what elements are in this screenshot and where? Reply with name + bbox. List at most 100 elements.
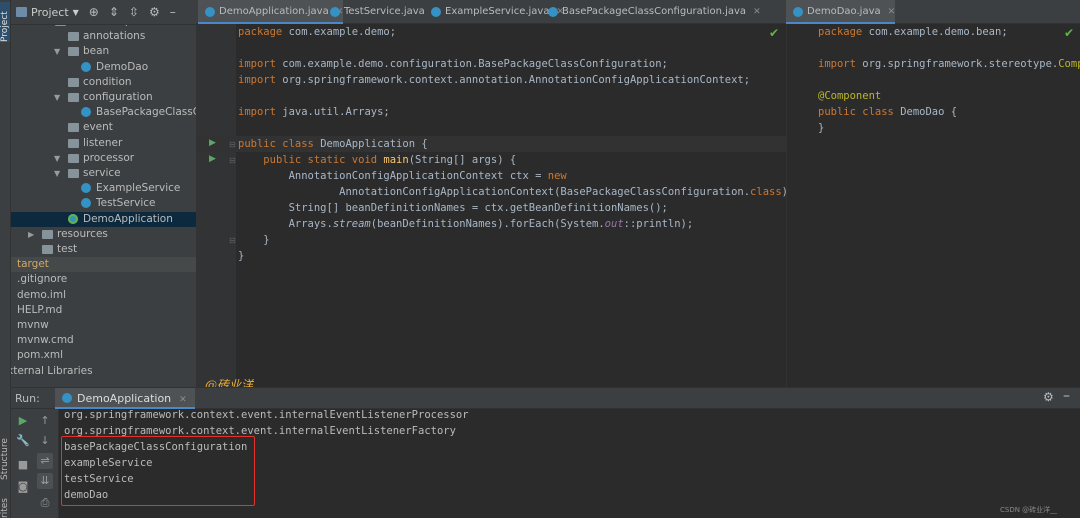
code-line: @Component: [818, 90, 882, 102]
run-panel-header: Run: DemoApplication ✕ ⚙ –: [11, 388, 1080, 409]
project-tree-item[interactable]: ExampleService: [11, 181, 196, 196]
code-line: }: [818, 122, 825, 134]
project-tree-item-label: mvnw: [17, 319, 49, 331]
project-icon: [16, 7, 27, 17]
project-tree-item[interactable]: event: [11, 120, 196, 135]
project-tree-item[interactable]: HELP.md: [11, 303, 196, 318]
current-line-highlight: [787, 136, 1080, 152]
project-tree-item[interactable]: pom.xml: [11, 348, 196, 363]
fold-icon[interactable]: ⊟: [229, 156, 236, 165]
project-tree-item[interactable]: mvnw: [11, 318, 196, 333]
chevron-down-icon[interactable]: ▼: [54, 166, 60, 181]
fold-icon[interactable]: ⊟: [229, 236, 236, 245]
editor-tab-bar: DemoApplication.java✕ TestService.java✕ …: [196, 0, 1080, 24]
locate-icon[interactable]: ⊕: [89, 0, 99, 25]
project-tree-item[interactable]: DemoDao: [11, 60, 196, 75]
chevron-right-icon[interactable]: ▶: [28, 227, 34, 242]
close-icon[interactable]: ✕: [753, 7, 761, 17]
project-tree-item-label: event: [83, 121, 113, 134]
project-tree-item[interactable]: ▶ resources: [11, 227, 196, 242]
print-icon[interactable]: ⎙: [37, 495, 53, 511]
collapse-all-icon[interactable]: ⇳: [129, 0, 139, 25]
project-tree-item[interactable]: ▼ service: [11, 166, 196, 181]
project-tree-item-label: BasePackageClassConf: [96, 106, 196, 119]
tab-label: DemoApplication.java: [219, 6, 329, 17]
project-tree-item-label: DemoDao: [96, 60, 149, 73]
editor-demo-application[interactable]: ▶ ▶ ⊟ ⊟ ⊟ ✔ package com.example.demo; imp…: [196, 24, 794, 387]
folder-icon: [68, 47, 79, 57]
run-main-icon[interactable]: ▶: [209, 154, 216, 164]
gear-icon[interactable]: ⚙: [1043, 390, 1054, 404]
tab-label: DemoDao.java: [807, 6, 881, 17]
inspection-ok-icon[interactable]: ✔: [769, 26, 779, 40]
minimize-icon[interactable]: –: [170, 0, 176, 25]
tab-base-package-class-configuration[interactable]: BasePackageClassConfiguration.java ✕: [541, 0, 761, 24]
soft-wrap-icon[interactable]: ⇌: [37, 453, 53, 469]
favorites-tool-window-button[interactable]: rites: [0, 490, 10, 518]
inspection-ok-icon[interactable]: ✔: [1064, 26, 1074, 40]
project-tree-item[interactable]: ▼ processor: [11, 151, 196, 166]
folder-icon: [68, 153, 79, 163]
project-tree-item-label: TestService: [96, 197, 156, 210]
run-tab-demo-application[interactable]: DemoApplication ✕: [55, 388, 195, 409]
chevron-down-icon[interactable]: ▼: [73, 8, 79, 17]
gear-icon[interactable]: ⚙: [149, 0, 160, 25]
console-line: org.springframework.context.event.intern…: [64, 409, 469, 421]
project-tree-item[interactable]: DemoApplication: [11, 211, 196, 227]
code-line: import com.example.demo.configuration.Ba…: [238, 58, 668, 70]
project-tree-item[interactable]: annotations: [11, 29, 196, 44]
project-tree-item-label: listener: [83, 136, 123, 149]
camera-icon[interactable]: ◙: [15, 479, 31, 495]
tab-test-service[interactable]: TestService.java✕: [323, 0, 439, 24]
project-panel-header: Project ▼ ⊕ ⇕ ⇳ ⚙ –: [11, 0, 196, 25]
editor-demo-dao[interactable]: package com.example.demo.bean; import org…: [786, 24, 1080, 387]
code-line: public class DemoDao {: [818, 106, 958, 118]
project-tree-item-label: mvnw.cmd: [17, 334, 74, 347]
project-tree-item-label: processor: [83, 151, 135, 164]
project-tree-item[interactable]: TestService: [11, 196, 196, 211]
close-icon[interactable]: ✕: [179, 395, 187, 405]
rerun-icon[interactable]: ▶: [15, 413, 31, 429]
project-tree-item[interactable]: condition: [11, 75, 196, 90]
class-icon: [81, 198, 91, 209]
structure-tool-window-button[interactable]: Structure: [0, 425, 10, 480]
project-tree-item[interactable]: ▼ bean: [11, 44, 196, 59]
stop-icon[interactable]: ■: [15, 457, 31, 473]
expand-all-icon[interactable]: ⇕: [109, 0, 119, 25]
project-tree-item[interactable]: listener: [11, 136, 196, 151]
console-output[interactable]: org.springframework.context.event.intern…: [59, 409, 1080, 518]
code-line: Arrays.stream(beanDefinitionNames).forEa…: [238, 218, 694, 230]
project-tree-item[interactable]: BasePackageClassConf: [11, 105, 196, 120]
folder-icon: [68, 32, 79, 42]
chevron-down-icon[interactable]: ▼: [54, 90, 60, 105]
project-tree-item[interactable]: target: [11, 257, 196, 273]
close-icon[interactable]: ✕: [888, 7, 896, 17]
project-tree-item[interactable]: test: [11, 242, 196, 257]
arrow-down-icon[interactable]: ↓: [37, 433, 53, 449]
project-tree-item[interactable]: mvnw.cmd: [11, 333, 196, 348]
project-tree-item-label: test: [57, 243, 78, 255]
highlight-box: [61, 436, 255, 506]
folder-icon: [68, 77, 79, 87]
chevron-down-icon[interactable]: ▼: [54, 44, 60, 59]
arrow-up-icon[interactable]: ↑: [37, 413, 53, 429]
code-line: }: [238, 234, 270, 246]
project-tree-item[interactable]: ▼ configuration: [11, 90, 196, 105]
project-tree-item-label: condition: [83, 75, 132, 88]
tab-demo-dao[interactable]: DemoDao.java ✕: [786, 0, 896, 24]
chevron-down-icon[interactable]: ▼: [54, 151, 60, 166]
project-tree-item[interactable]: .gitignore: [11, 272, 196, 287]
project-tree-item-label: configuration: [83, 91, 153, 103]
project-tree-item[interactable]: xternal Libraries: [11, 364, 196, 379]
run-class-icon[interactable]: ▶: [209, 138, 216, 148]
scroll-to-end-icon[interactable]: ⇊: [37, 473, 53, 489]
tab-demo-application[interactable]: DemoApplication.java✕: [198, 0, 344, 24]
project-view-selector[interactable]: Project: [31, 6, 69, 19]
project-tool-window-button[interactable]: Project: [0, 2, 10, 42]
tab-label: ExampleService.java: [445, 6, 550, 17]
minimize-icon[interactable]: –: [1063, 388, 1070, 404]
code-line: import org.springframework.stereotype.Co…: [818, 58, 1080, 70]
project-tree-item[interactable]: demo.iml: [11, 288, 196, 303]
fold-icon[interactable]: ⊟: [229, 140, 236, 149]
wrench-icon[interactable]: 🔧: [15, 433, 31, 449]
